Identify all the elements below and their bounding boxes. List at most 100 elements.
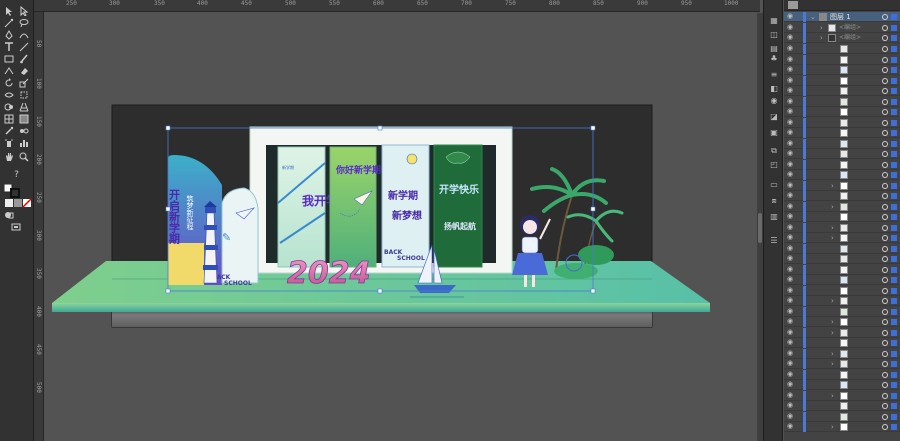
eye-icon[interactable]: ◉ bbox=[787, 423, 795, 430]
asset-export-icon[interactable]: ▤ bbox=[769, 44, 779, 53]
layer-row-path[interactable]: ◉ bbox=[784, 338, 900, 348]
selection-handle[interactable] bbox=[165, 288, 171, 294]
eye-icon[interactable]: ◉ bbox=[787, 370, 795, 378]
eyedropper-icon[interactable] bbox=[4, 126, 15, 136]
layer-row-path[interactable]: ◉ bbox=[784, 159, 900, 170]
eye-icon[interactable]: ◉ bbox=[787, 181, 795, 189]
selected-art-indicator[interactable] bbox=[891, 193, 897, 199]
comments-icon[interactable]: ▭ bbox=[769, 180, 779, 189]
layer-row-path[interactable]: ◉ bbox=[784, 138, 900, 149]
selection-handle[interactable] bbox=[590, 288, 596, 294]
target-icon[interactable] bbox=[882, 119, 888, 126]
target-icon[interactable] bbox=[882, 25, 888, 31]
target-icon[interactable] bbox=[882, 161, 888, 168]
eye-icon[interactable]: ◉ bbox=[787, 139, 795, 147]
layer-row-path[interactable]: ◉ bbox=[784, 380, 900, 390]
selected-art-indicator[interactable] bbox=[891, 203, 897, 210]
eye-icon[interactable]: ◉ bbox=[787, 108, 795, 115]
shape-builder-icon[interactable] bbox=[4, 102, 15, 112]
layer-row-path[interactable]: ◉ bbox=[784, 243, 900, 254]
eye-icon[interactable]: ◉ bbox=[787, 402, 795, 409]
chevron-right-icon[interactable]: › bbox=[831, 182, 834, 190]
selected-art-indicator[interactable] bbox=[891, 266, 897, 273]
layer-name[interactable]: <编组> bbox=[839, 33, 861, 43]
layer-row-path[interactable]: ◉ bbox=[784, 254, 900, 264]
eye-icon[interactable]: ◉ bbox=[787, 265, 795, 273]
eye-icon[interactable]: ◉ bbox=[787, 276, 795, 283]
layer-row-path[interactable]: ◉ › bbox=[784, 180, 900, 191]
layer-row-path[interactable]: ◉ › bbox=[784, 390, 900, 401]
target-icon[interactable] bbox=[882, 329, 888, 336]
target-icon[interactable] bbox=[882, 256, 888, 262]
width-icon[interactable] bbox=[4, 90, 15, 100]
draw-mode-icon[interactable] bbox=[4, 210, 15, 220]
type-icon[interactable] bbox=[4, 42, 15, 52]
chevron-right-icon[interactable]: › bbox=[831, 224, 834, 232]
direct-selection-icon[interactable] bbox=[19, 6, 30, 16]
target-icon[interactable] bbox=[882, 224, 888, 231]
eye-icon[interactable]: ◉ bbox=[787, 339, 795, 346]
appearance-icon[interactable]: ◉ bbox=[769, 96, 779, 105]
selected-art-indicator[interactable] bbox=[891, 413, 897, 420]
selection-handle[interactable] bbox=[590, 206, 596, 212]
eye-icon[interactable]: ◉ bbox=[787, 381, 795, 388]
selected-art-indicator[interactable] bbox=[891, 56, 897, 63]
target-icon[interactable] bbox=[882, 371, 888, 378]
selected-art-indicator[interactable] bbox=[891, 151, 897, 157]
eye-icon[interactable]: ◉ bbox=[787, 328, 795, 336]
layer-row-path[interactable]: ◉ bbox=[784, 306, 900, 317]
target-icon[interactable] bbox=[882, 298, 888, 304]
scrollbar-thumb[interactable] bbox=[758, 213, 762, 243]
layer-row-path[interactable]: ◉ bbox=[784, 369, 900, 380]
eye-icon[interactable]: ◉ bbox=[787, 150, 795, 157]
chevron-right-icon[interactable]: › bbox=[831, 203, 834, 211]
eye-icon[interactable]: ◉ bbox=[787, 160, 795, 168]
target-icon[interactable] bbox=[882, 77, 888, 84]
target-icon[interactable] bbox=[882, 319, 888, 325]
target-icon[interactable] bbox=[882, 235, 888, 241]
chevron-right-icon[interactable]: › bbox=[831, 234, 834, 242]
artwork[interactable]: 开启新学期 筑梦新征程 ✎ BACK SCHOOL 我开学啦 新学期 你好新学期… bbox=[44, 13, 757, 441]
layer-row-path[interactable]: ◉ bbox=[784, 65, 900, 75]
selected-art-indicator[interactable] bbox=[891, 287, 897, 294]
layer-row-path[interactable]: ◉ › bbox=[784, 327, 900, 338]
scale-icon[interactable] bbox=[19, 78, 30, 88]
chevron-right-icon[interactable]: › bbox=[820, 34, 823, 42]
layer-row-path[interactable]: ◉ › bbox=[784, 359, 900, 369]
eye-icon[interactable]: ◉ bbox=[787, 286, 795, 294]
perspective-grid-icon[interactable] bbox=[19, 102, 30, 112]
graphic-styles-icon[interactable]: ◪ bbox=[769, 112, 779, 121]
target-icon[interactable] bbox=[882, 413, 888, 420]
lasso-icon[interactable] bbox=[19, 18, 30, 28]
selected-art-indicator[interactable] bbox=[891, 224, 897, 231]
eye-icon[interactable]: ◉ bbox=[787, 129, 795, 136]
selected-art-indicator[interactable] bbox=[891, 214, 897, 220]
layer-row-path[interactable]: ◉ bbox=[784, 275, 900, 285]
selected-art-indicator[interactable] bbox=[891, 67, 897, 73]
target-icon[interactable] bbox=[882, 382, 888, 388]
selected-art-indicator[interactable] bbox=[891, 308, 897, 315]
layer-row-path[interactable]: ◉ › bbox=[784, 222, 900, 233]
layer-row-group[interactable]: ◉ › <编组> bbox=[784, 23, 900, 33]
libraries-icon[interactable]: ◫ bbox=[769, 30, 779, 39]
layer-name[interactable]: <编组> bbox=[839, 23, 861, 33]
target-icon[interactable] bbox=[882, 130, 888, 136]
eye-icon[interactable]: ◉ bbox=[787, 192, 795, 199]
eye-icon[interactable]: ◉ bbox=[787, 13, 795, 20]
chevron-right-icon[interactable]: › bbox=[831, 350, 834, 358]
eye-icon[interactable]: ◉ bbox=[787, 391, 795, 399]
selected-art-indicator[interactable] bbox=[891, 392, 897, 399]
target-icon[interactable] bbox=[882, 308, 888, 315]
target-icon[interactable] bbox=[882, 287, 888, 294]
layer-row-path[interactable]: ◉ bbox=[784, 170, 900, 180]
selected-art-indicator[interactable] bbox=[891, 77, 897, 84]
layer-row-path[interactable]: ◉ bbox=[784, 86, 900, 96]
target-icon[interactable] bbox=[882, 98, 888, 105]
paintbrush-icon[interactable] bbox=[19, 54, 30, 64]
selected-art-indicator[interactable] bbox=[891, 172, 897, 178]
layer-row-path[interactable]: ◉ bbox=[784, 191, 900, 201]
selected-art-indicator[interactable] bbox=[891, 424, 897, 430]
selected-art-indicator[interactable] bbox=[891, 25, 897, 31]
line-segment-icon[interactable] bbox=[19, 42, 30, 52]
eye-icon[interactable]: ◉ bbox=[787, 244, 795, 252]
